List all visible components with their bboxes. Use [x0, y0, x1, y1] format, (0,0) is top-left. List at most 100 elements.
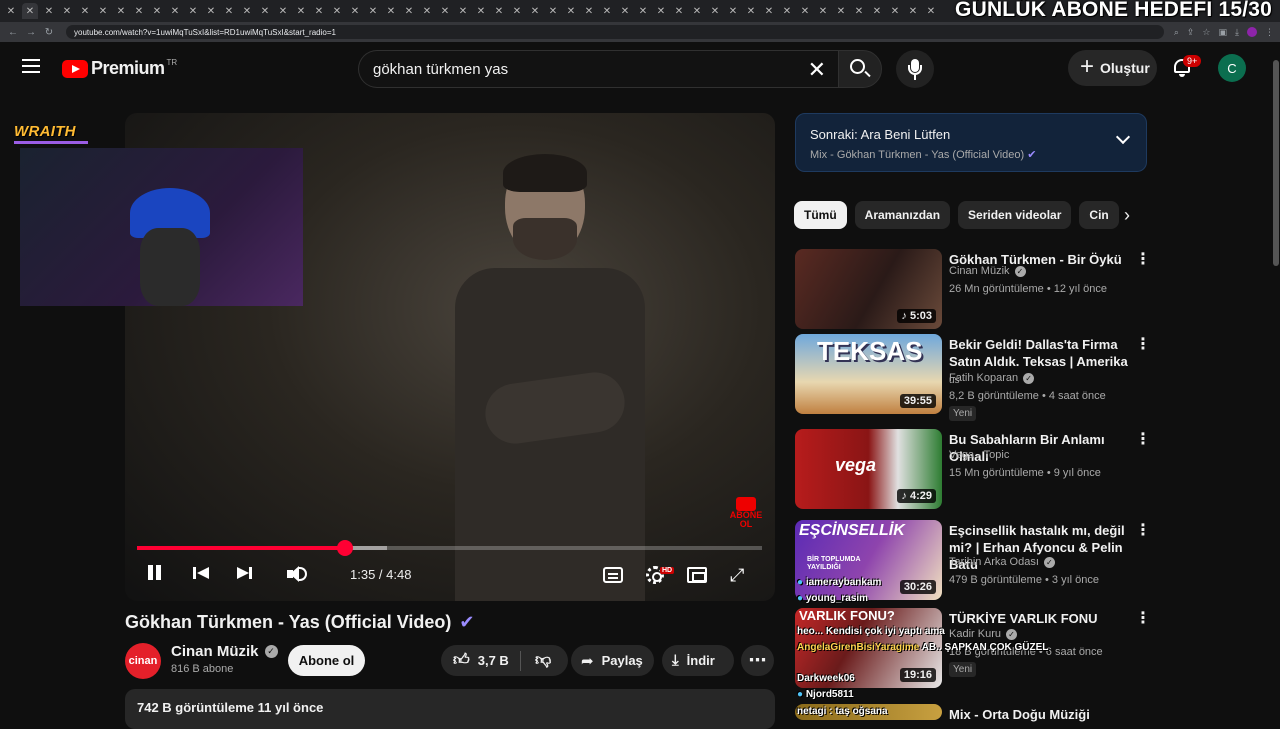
browser-tab[interactable]: ✕ — [816, 3, 830, 19]
forward-icon[interactable]: → — [24, 27, 38, 38]
subscribe-button[interactable]: Abone ol — [288, 645, 365, 676]
browser-tab[interactable]: ✕ — [672, 3, 686, 19]
browser-menu-icon[interactable]: ⋮ — [1265, 27, 1274, 38]
channel-name-row[interactable]: Cinan Müzik ✓ — [171, 643, 278, 660]
browser-tab[interactable]: ✕ — [366, 3, 380, 19]
browser-tab[interactable]: ✕ — [906, 3, 920, 19]
browser-tab[interactable]: ✕ — [582, 3, 596, 19]
rec-channel[interactable]: Fatih Koparan ✓ — [949, 372, 1035, 384]
browser-tab[interactable]: ✕ — [456, 3, 470, 19]
chevron-down-icon[interactable] — [1115, 129, 1131, 145]
browser-tab[interactable]: ✕ — [510, 3, 524, 19]
create-button[interactable]: + Oluştur — [1068, 50, 1157, 86]
browser-tab[interactable]: ✕ — [42, 3, 56, 19]
more-options-icon[interactable]: ⋮ — [1135, 520, 1151, 540]
browser-tab[interactable]: ✕ — [4, 3, 18, 19]
recommendation-item[interactable]: vega ♪ 4:29 Bu Sabahların Bir Anlamı Olm… — [795, 429, 1151, 513]
rec-channel[interactable]: Vega - Topic — [949, 449, 1009, 461]
download-button[interactable]: ⤓ İndir — [662, 645, 734, 676]
browser-tab[interactable]: ✕ — [222, 3, 236, 19]
browser-tab[interactable]: ✕ — [402, 3, 416, 19]
extension-icon[interactable]: ▣ — [1219, 27, 1228, 38]
url-field[interactable]: youtube.com/watch?v=1uwiMqTuSxI&list=RD1… — [66, 25, 1164, 39]
browser-tab[interactable]: ✕ — [888, 3, 902, 19]
previous-button[interactable] — [193, 563, 211, 581]
browser-tab[interactable]: ✕ — [474, 3, 488, 19]
subtitles-button[interactable] — [603, 567, 623, 583]
profile-icon[interactable] — [1247, 26, 1257, 37]
browser-tab[interactable]: ✕ — [96, 3, 110, 19]
browser-tab[interactable]: ✕ — [798, 3, 812, 19]
browser-tab[interactable]: ✕ — [528, 3, 542, 19]
chip-from-series[interactable]: Seriden videolar — [958, 201, 1072, 229]
recommendation-item[interactable]: ♪ 5:03 Gökhan Türkmen - Bir Öykü Cinan M… — [795, 249, 1151, 333]
clear-search-icon[interactable]: ✕ — [808, 57, 826, 83]
browser-tab[interactable]: ✕ — [204, 3, 218, 19]
browser-tab[interactable]: ✕ — [420, 3, 434, 19]
video-thumbnail[interactable]: vega ♪ 4:29 — [795, 429, 942, 509]
more-options-icon[interactable]: ⋮ — [1135, 249, 1151, 269]
browser-tab[interactable]: ✕ — [186, 3, 200, 19]
more-options-icon[interactable]: ⋮ — [1135, 608, 1151, 628]
browser-tab[interactable]: ✕ — [870, 3, 884, 19]
next-button[interactable] — [235, 563, 253, 581]
search-button[interactable] — [838, 50, 882, 88]
volume-button[interactable] — [287, 563, 309, 585]
browser-tab[interactable]: ✕ — [600, 3, 614, 19]
rec-channel[interactable]: Cinan Müzik ✓ — [949, 265, 1026, 277]
recommendation-item[interactable]: TEKSAS 39:55 Bekir Geldi! Dallas'ta Firm… — [795, 334, 1151, 421]
browser-tab[interactable]: ✕ — [762, 3, 776, 19]
browser-tab[interactable]: ✕ — [78, 3, 92, 19]
chip-from-search[interactable]: Aramanızdan — [854, 201, 951, 229]
rec-title[interactable]: Mix - Orta Doğu Müziği — [949, 706, 1129, 723]
browser-tab[interactable]: ✕ — [60, 3, 74, 19]
browser-tab[interactable]: ✕ — [384, 3, 398, 19]
browser-tab[interactable]: ✕ — [834, 3, 848, 19]
more-actions-button[interactable]: ⋯ — [741, 645, 774, 676]
browser-tab[interactable]: ✕ — [22, 3, 38, 19]
video-thumbnail[interactable]: EŞCİNSELLİK BİR TOPLUMDA YAYILDIĞI 30:26 — [795, 520, 942, 600]
browser-tab[interactable]: ✕ — [168, 3, 182, 19]
browser-tab[interactable]: ✕ — [492, 3, 506, 19]
browser-tab[interactable]: ✕ — [114, 3, 128, 19]
search-input[interactable]: gökhan türkmen yas ✕ — [358, 50, 838, 88]
back-icon[interactable]: ← — [6, 27, 20, 38]
like-button[interactable]: 👍︎ 3,7 B — [441, 650, 521, 671]
browser-tab[interactable]: ✕ — [240, 3, 254, 19]
progress-bar[interactable] — [137, 540, 762, 556]
pause-button[interactable] — [146, 563, 162, 581]
theater-mode-button[interactable] — [687, 567, 707, 583]
video-thumbnail[interactable]: ♪ 5:03 — [795, 249, 942, 329]
browser-tab[interactable]: ✕ — [150, 3, 164, 19]
scrubber-handle[interactable] — [337, 540, 354, 556]
browser-tab[interactable]: ✕ — [312, 3, 326, 19]
browser-tab[interactable]: ✕ — [546, 3, 560, 19]
channel-avatar[interactable]: cinan — [125, 643, 161, 679]
browser-tab[interactable]: ✕ — [348, 3, 362, 19]
menu-icon[interactable] — [22, 59, 40, 77]
recommendation-item[interactable]: EŞCİNSELLİK BİR TOPLUMDA YAYILDIĞI 30:26… — [795, 520, 1151, 604]
scrollbar-thumb[interactable] — [1273, 60, 1279, 266]
more-options-icon[interactable]: ⋮ — [1135, 429, 1151, 449]
browser-tab[interactable]: ✕ — [852, 3, 866, 19]
rec-channel[interactable]: Kadir Kuru ✓ — [949, 628, 1017, 640]
browser-tab[interactable]: ✕ — [780, 3, 794, 19]
subscribe-watermark[interactable]: ABONE OL — [728, 497, 764, 533]
browser-tab[interactable]: ✕ — [654, 3, 668, 19]
zoom-icon[interactable]: ⌕ — [1174, 27, 1179, 38]
dislike-button[interactable]: 👎︎ — [521, 651, 559, 670]
browser-tab[interactable]: ✕ — [276, 3, 290, 19]
browser-tab[interactable]: ✕ — [438, 3, 452, 19]
voice-search-button[interactable] — [896, 50, 934, 88]
download-icon[interactable]: ⤓ — [1235, 27, 1239, 38]
youtube-logo[interactable]: Premium TR — [62, 58, 177, 79]
rec-title[interactable]: TÜRKİYE VARLIK FONU — [949, 610, 1129, 627]
browser-tab[interactable]: ✕ — [708, 3, 722, 19]
browser-tab[interactable]: ✕ — [690, 3, 704, 19]
browser-tab[interactable]: ✕ — [924, 3, 938, 19]
reload-icon[interactable]: ↻ — [42, 27, 56, 38]
browser-tab[interactable]: ✕ — [132, 3, 146, 19]
up-next-panel[interactable]: Sonraki: Ara Beni Lütfen Mix - Gökhan Tü… — [795, 113, 1147, 172]
share-icon[interactable]: ⇪ — [1187, 27, 1195, 38]
more-options-icon[interactable]: ⋮ — [1135, 334, 1151, 354]
